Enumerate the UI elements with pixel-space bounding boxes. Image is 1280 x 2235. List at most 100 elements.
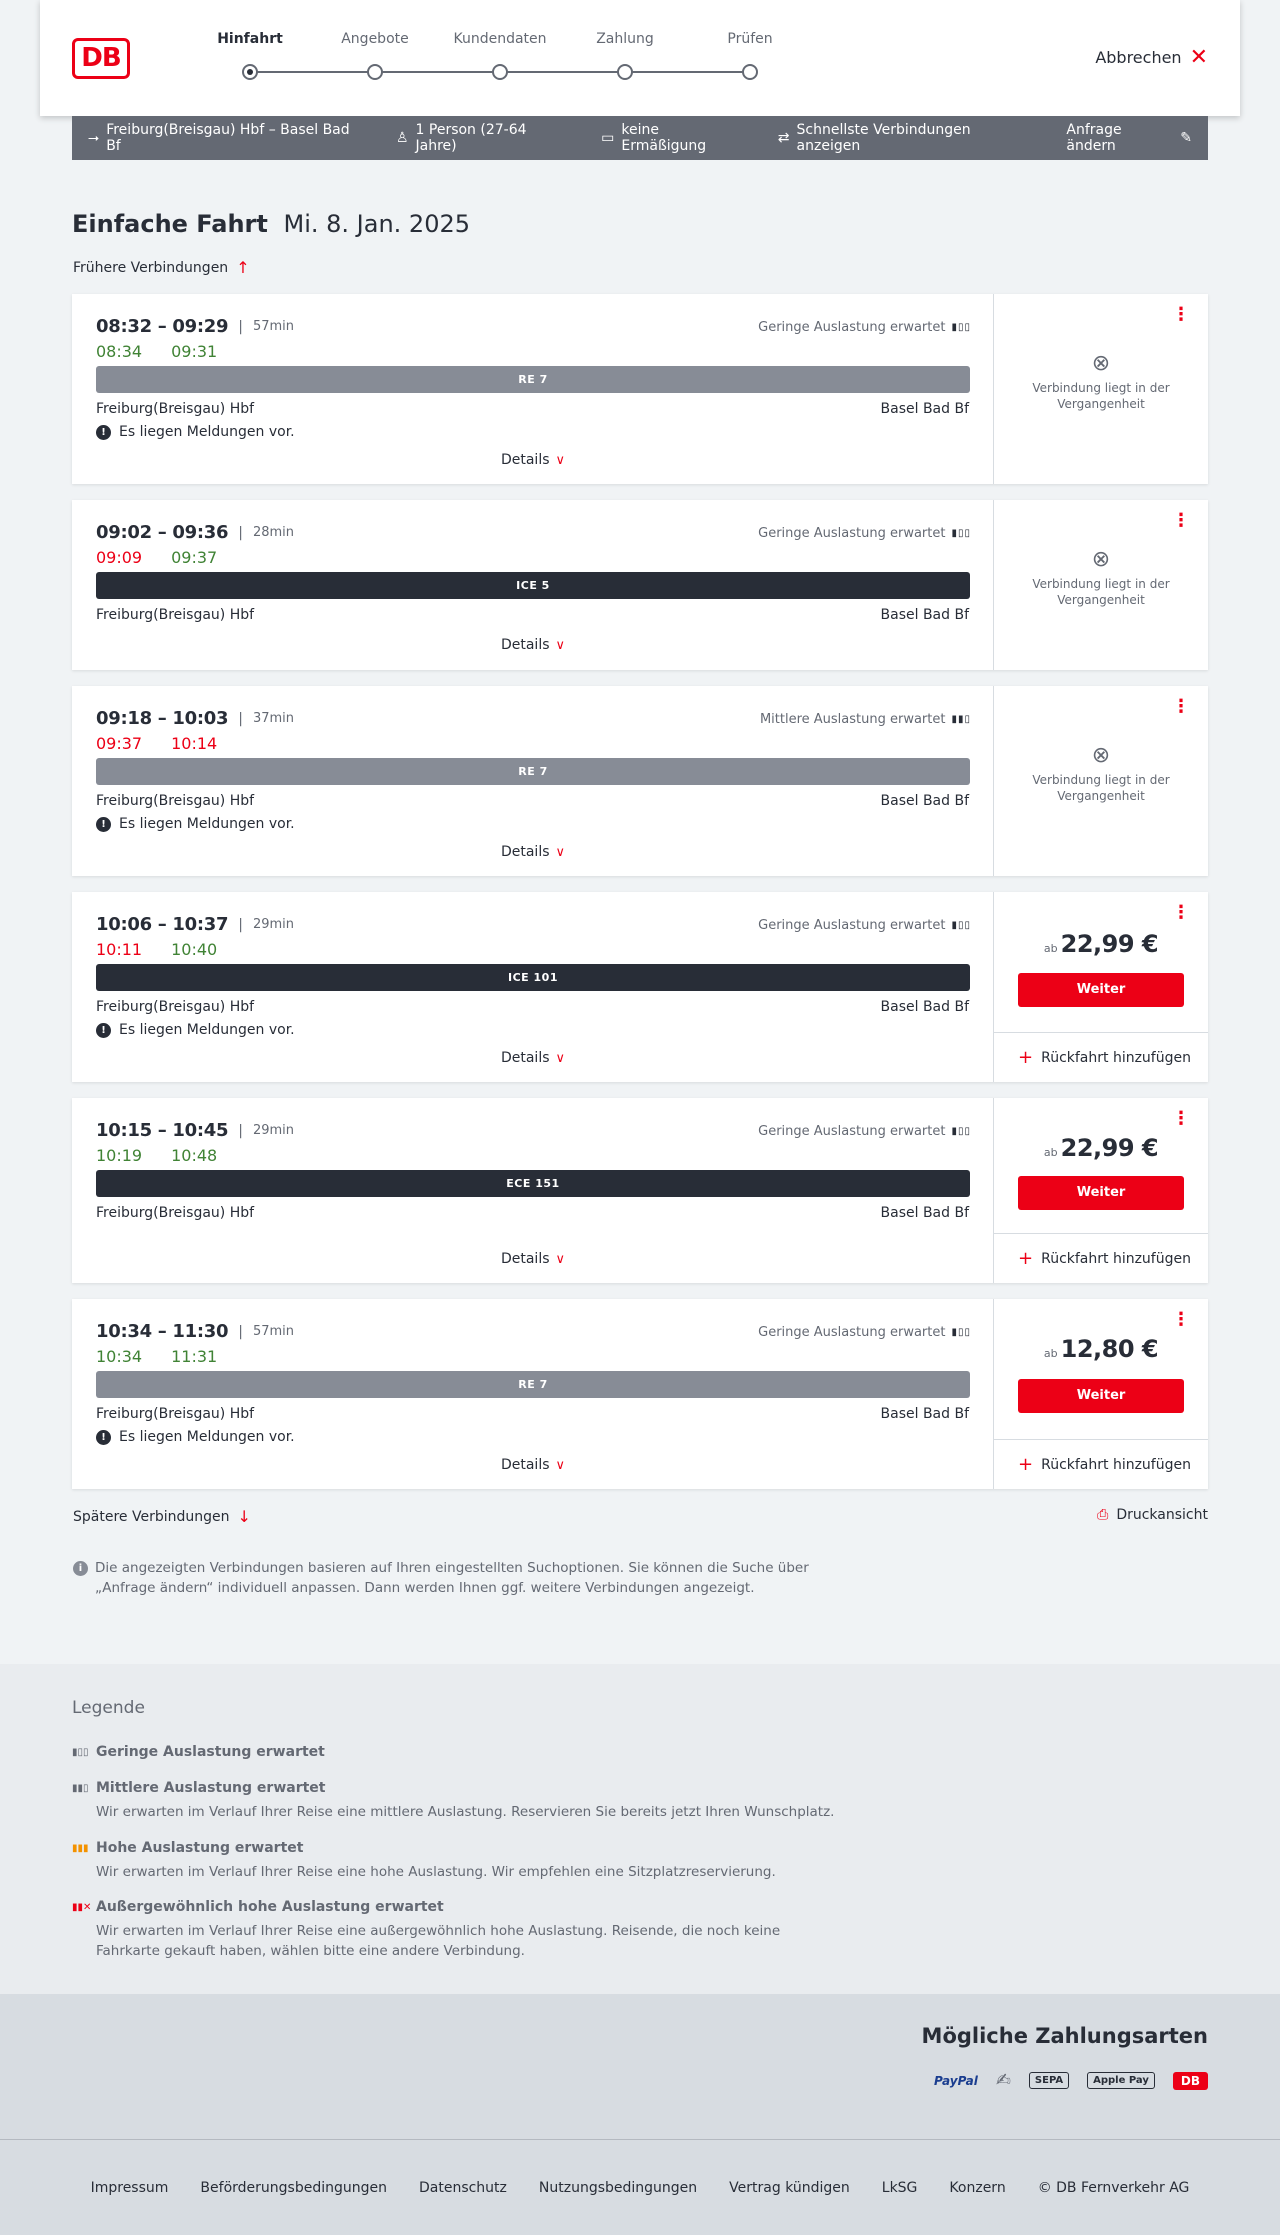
train-bar[interactable]: RE 7 [96,366,970,393]
footer-link-nutzungsbedingungen[interactable]: Nutzungsbedingungen [539,2180,697,2196]
legend-title: Legende [72,1698,145,1718]
direct-debit-icon: ✍ [995,2070,1011,2091]
more-options-icon[interactable]: ⋮ [1172,1311,1190,1329]
footer-link-impressum[interactable]: Impressum [91,2180,169,2196]
train-bar[interactable]: ICE 5 [96,572,970,599]
alert-icon: ! [96,424,111,440]
change-request-button[interactable]: Anfrage ändern ✎ [1066,122,1192,154]
continue-button[interactable]: Weiter [1018,1176,1184,1210]
train-bar[interactable]: RE 7 [96,758,970,785]
train-bar[interactable]: ECE 151 [96,1170,970,1197]
more-options-icon[interactable]: ⋮ [1172,1110,1190,1128]
footer-copyright: © DB Fernverkehr AG [1037,2180,1190,2196]
page-title: Einfache Fahrt Mi. 8. Jan. 2025 [72,210,470,238]
notice: ! Es liegen Meldungen vor. [96,1429,295,1445]
details-toggle[interactable]: Details ∨ [72,637,994,653]
legend-item-desc: Wir erwarten im Verlauf Ihrer Reise eine… [96,1923,781,1959]
add-return-button[interactable]: + Rückfahrt hinzufügen [994,1439,1208,1489]
origin-station: Freiburg(Breisgau) Hbf [96,793,255,809]
summary-route[interactable]: ⭢ Freiburg(Breisgau) Hbf – Basel Bad Bf [88,122,364,154]
destination-station: Basel Bad Bf [880,793,969,809]
later-connections-link[interactable]: Spätere Verbindungen ↓ [73,1507,251,1526]
cart-disabled-icon: ⊗ [1091,743,1111,768]
details-toggle[interactable]: Details ∨ [72,1050,994,1066]
divider: | [238,524,243,541]
connection-card[interactable]: 09:02 – 09:36 | 28min 09:09 09:37 Gering… [72,500,1208,670]
planned-times: 10:15 – 10:45 [96,1120,229,1141]
step-dot [367,64,383,80]
step-dot [742,64,758,80]
price-amount: 22,99 € [1060,930,1159,958]
price-prefix: ab [1043,1347,1058,1360]
details-toggle[interactable]: Details ∨ [72,844,994,860]
connection-card[interactable]: 09:18 – 10:03 | 37min 09:37 10:14 Mittle… [72,686,1208,876]
footer-link-befoerderungsbedingungen[interactable]: Beförderungsbedingungen [200,2180,387,2196]
price-amount: 22,99 € [1060,1134,1159,1162]
print-view-link[interactable]: ⎙ Druckansicht [1097,1507,1208,1523]
chevron-down-icon: ∨ [555,638,566,653]
connection-info: 09:02 – 09:36 | 28min 09:09 09:37 Gering… [72,500,994,670]
legend-item: ▮▮▮ Hohe Auslastung erwartet Wir erwarten… [72,1840,872,1882]
footer-link-datenschutz[interactable]: Datenschutz [419,2180,507,2196]
more-options-icon[interactable]: ⋮ [1172,306,1190,324]
print-label: Druckansicht [1116,1507,1208,1523]
origin-station: Freiburg(Breisgau) Hbf [96,999,255,1015]
schedule-times: 10:34 – 11:30 | 57min [96,1321,294,1342]
trip-type: Einfache Fahrt [72,210,268,238]
earlier-connections-link[interactable]: Frühere Verbindungen ↑ [73,258,250,277]
footer-links: Impressum Beförderungsbedingungen Datens… [0,2180,1280,2196]
footer-link-lksg[interactable]: LkSG [882,2180,918,2196]
step-zahlung[interactable]: Zahlung [565,30,685,80]
step-pruefen[interactable]: Prüfen [690,30,810,80]
origin-station: Freiburg(Breisgau) Hbf [96,1205,255,1221]
more-options-icon[interactable]: ⋮ [1172,698,1190,716]
legend-item-desc: Wir erwarten im Verlauf Ihrer Reise eine… [96,1864,776,1880]
realtime-arrival: 09:37 [171,548,218,567]
info-icon: i [73,1561,88,1576]
connection-card[interactable]: 10:06 – 10:37 | 29min 10:11 10:40 Gering… [72,892,1208,1082]
realtime-departure: 10:34 [96,1347,143,1366]
step-kundendaten[interactable]: Kundendaten [440,30,560,80]
continue-button[interactable]: Weiter [1018,1379,1184,1413]
paypal-icon: PayPal [934,2073,978,2088]
change-request-label: Anfrage ändern [1066,122,1122,154]
details-toggle[interactable]: Details ∨ [72,1251,994,1267]
details-toggle[interactable]: Details ∨ [72,452,994,468]
db-logo[interactable]: DB [72,38,130,79]
add-return-button[interactable]: + Rückfahrt hinzufügen [994,1233,1208,1283]
connection-info: 10:15 – 10:45 | 29min 10:19 10:48 Gering… [72,1098,994,1283]
person-icon: ♙ [395,130,409,146]
price: ab 22,99 € [994,930,1208,958]
footer-link-konzern[interactable]: Konzern [949,2180,1005,2196]
realtime-arrival: 09:31 [171,342,218,361]
occupancy-text: Geringe Auslastung erwartet [758,918,946,933]
legend-item-desc: Wir erwarten im Verlauf Ihrer Reise eine… [96,1804,835,1820]
step-label: Zahlung [596,31,654,47]
summary-fastest[interactable]: ⇄ Schnellste Verbindungen anzeigen [778,122,1035,154]
legend-item-title: Hohe Auslastung erwartet [96,1840,304,1856]
footer-link-vertrag-kuendigen[interactable]: Vertrag kündigen [729,2180,850,2196]
more-options-icon[interactable]: ⋮ [1172,904,1190,922]
connection-card[interactable]: 10:34 – 11:30 | 57min 10:34 11:31 Gering… [72,1299,1208,1489]
continue-button[interactable]: Weiter [1018,973,1184,1007]
fastest-text: Schnellste Verbindungen anzeigen [796,122,971,154]
occupancy-high-icon: ▮▮▮ [72,1842,89,1854]
cancel-label: Abbrechen [1095,48,1182,67]
connection-card[interactable]: 10:15 – 10:45 | 29min 10:19 10:48 Gering… [72,1098,1208,1283]
summary-discount[interactable]: ▭ keine Ermäßigung [601,122,746,154]
planned-times: 08:32 – 09:29 [96,316,229,337]
more-options-icon[interactable]: ⋮ [1172,512,1190,530]
step-dot [242,64,258,80]
train-bar[interactable]: ICE 101 [96,964,970,991]
summary-passengers[interactable]: ♙ 1 Person (27-64 Jahre) [396,122,569,154]
search-summary-bar: ⭢ Freiburg(Breisgau) Hbf – Basel Bad Bf … [72,116,1208,160]
details-label: Details [500,452,550,468]
connection-card[interactable]: 08:32 – 09:29 | 57min 08:34 09:31 Gering… [72,294,1208,484]
train-bar[interactable]: RE 7 [96,1371,970,1398]
step-angebote[interactable]: Angebote [315,30,435,80]
alert-icon: ! [96,1022,111,1038]
details-toggle[interactable]: Details ∨ [72,1457,994,1473]
add-return-button[interactable]: + Rückfahrt hinzufügen [994,1032,1208,1082]
cancel-button[interactable]: Abbrechen ✕ [1095,46,1208,68]
divider: | [238,916,243,933]
